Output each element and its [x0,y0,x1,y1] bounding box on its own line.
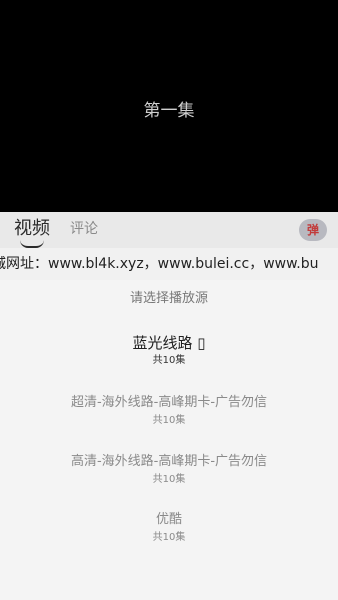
episode-title: 第一集 [143,101,195,121]
source-item-hd-overseas[interactable]: 高清-海外线路-高峰期卡-广告勿信 共10集 [0,453,338,487]
source-selection-panel: 请选择播放源 蓝光线路 ▯ 共10集 超清-海外线路-高峰期卡-广告勿信 共10… [0,280,338,600]
source-episode-count: 共10集 [152,474,186,485]
source-item-youku[interactable]: 优酷 共10集 [0,511,338,545]
source-item-bluray[interactable]: 蓝光线路 ▯ 共10集 [0,333,338,368]
source-item-ultra-hd-overseas[interactable]: 超清-海外线路-高峰期卡-广告勿信 共10集 [0,394,338,428]
source-name: 蓝光线路 ▯ [132,334,206,352]
announcement-marquee: 影城网址：www.bl4k.xyz，www.bulei.cc，www.bu [0,248,338,280]
source-panel-title: 请选择播放源 [129,291,208,306]
tab-video[interactable]: 视频 [14,218,50,240]
tab-active-indicator [20,240,44,248]
source-episode-count: 共10集 [152,532,186,543]
announcement-text: 影城网址：www.bl4k.xyz，www.bulei.cc，www.bu [0,256,319,272]
source-name: 超清-海外线路-高峰期卡-广告勿信 [70,395,268,410]
danmaku-toggle-button[interactable]: 弹 [299,219,327,241]
video-player[interactable]: 第一集 [0,0,338,212]
tab-bar: 视频 评论 [0,212,338,248]
source-name: 高清-海外线路-高峰期卡-广告勿信 [70,454,268,469]
source-name: 优酷 [155,512,182,527]
source-episode-count: 共10集 [152,355,186,366]
tab-comments[interactable]: 评论 [70,218,98,240]
source-episode-count: 共10集 [152,415,186,426]
